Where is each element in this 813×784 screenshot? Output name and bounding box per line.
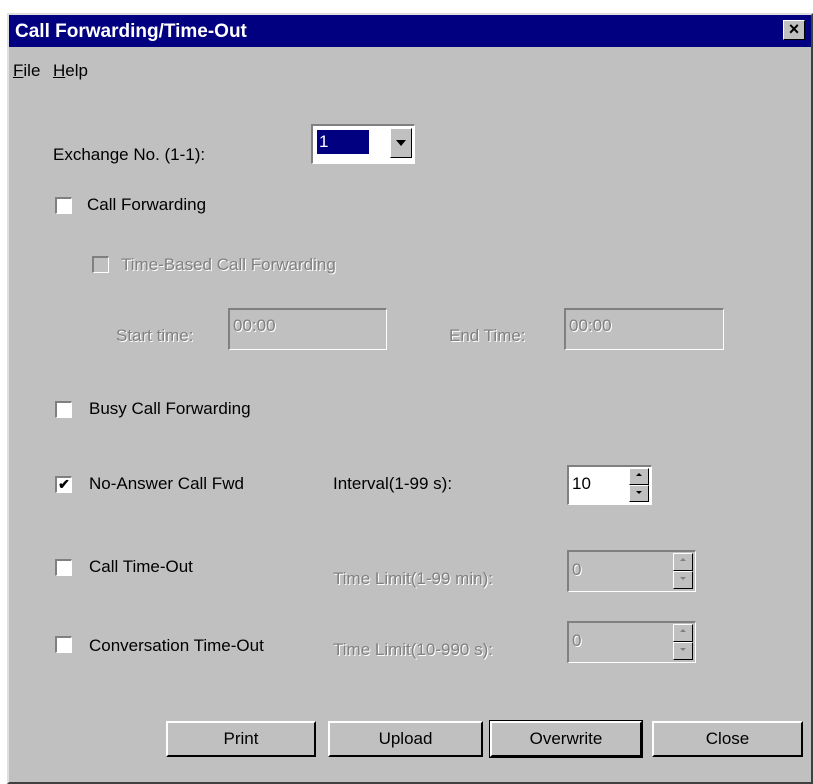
call-timeout-label: Call Time-Out [89,557,193,576]
call-timeout-spin-down [673,571,693,589]
call-timeout-spin-up [673,553,693,571]
menu-help[interactable]: Help [53,61,88,81]
call-timeout-limit-label: Time Limit(1-99 min): [333,569,493,588]
conversation-timeout-limit-label: Time Limit(10-990 s): [333,640,493,659]
dialog-window: Call Forwarding/Time-Out × File Help Exc… [7,13,813,784]
start-time-field: 00:00 [228,308,387,350]
close-button[interactable]: Close [652,721,803,757]
time-based-checkbox [92,256,109,273]
window-title: Call Forwarding/Time-Out [15,21,247,42]
call-forwarding-checkbox[interactable] [55,197,72,214]
menu-help-mnemonic: H [53,61,66,80]
upload-button[interactable]: Upload [328,721,483,757]
menu-file-rest: ile [23,61,41,80]
menu-file[interactable]: File [13,61,40,81]
no-answer-checkbox[interactable]: ✔ [55,476,72,493]
spin-up-icon [680,629,686,632]
conversation-timeout-spin-down [673,642,693,660]
busy-forwarding-label: Busy Call Forwarding [89,399,251,418]
menu-file-mnemonic: F [13,61,24,80]
conversation-timeout-checkbox[interactable] [55,636,72,653]
no-answer-label: No-Answer Call Fwd [89,474,244,493]
check-icon: ✔ [58,476,70,492]
conversation-timeout-spin-up [673,624,693,642]
conversation-timeout-spinner: 0 [567,621,696,663]
call-forwarding-label: Call Forwarding [87,195,207,214]
overwrite-label: Overwrite [529,729,603,748]
menu-help-rest: elp [65,61,88,80]
print-button[interactable]: Print [166,721,316,757]
conversation-timeout-value: 0 [572,631,582,650]
spin-down-icon [680,648,686,651]
time-based-label: Time-Based Call Forwarding [121,255,336,274]
conversation-timeout-label: Conversation Time-Out [89,636,264,655]
chevron-down-icon [396,140,406,146]
title-bar[interactable]: Call Forwarding/Time-Out × [9,15,811,47]
spin-up-icon [636,473,642,476]
call-timeout-checkbox[interactable] [55,559,72,576]
dropdown-button[interactable] [390,128,412,158]
end-time-value: 00:00 [569,316,612,335]
call-timeout-value: 0 [572,560,582,579]
spin-up-icon [680,558,686,561]
end-time-label: End Time: [449,326,526,345]
interval-spin-down[interactable] [629,485,649,502]
interval-value: 10 [572,474,591,493]
call-timeout-spinner: 0 [567,550,696,592]
close-window-button[interactable]: × [783,20,805,40]
interval-spinner[interactable]: 10 [567,465,652,505]
busy-forwarding-checkbox[interactable] [55,401,72,418]
spin-down-icon [680,577,686,580]
spin-down-icon [636,491,642,494]
start-time-value: 00:00 [233,316,276,335]
interval-spin-up[interactable] [629,468,649,485]
start-time-label: Start time: [116,326,194,345]
close-icon: × [788,19,800,39]
exchange-value: 1 [316,129,370,155]
exchange-combobox[interactable]: 1 [311,124,415,164]
interval-label: Interval(1-99 s): [333,474,453,493]
end-time-field: 00:00 [564,308,724,350]
overwrite-button[interactable]: Overwrite [489,720,643,758]
exchange-label: Exchange No. (1-1): [53,145,206,164]
